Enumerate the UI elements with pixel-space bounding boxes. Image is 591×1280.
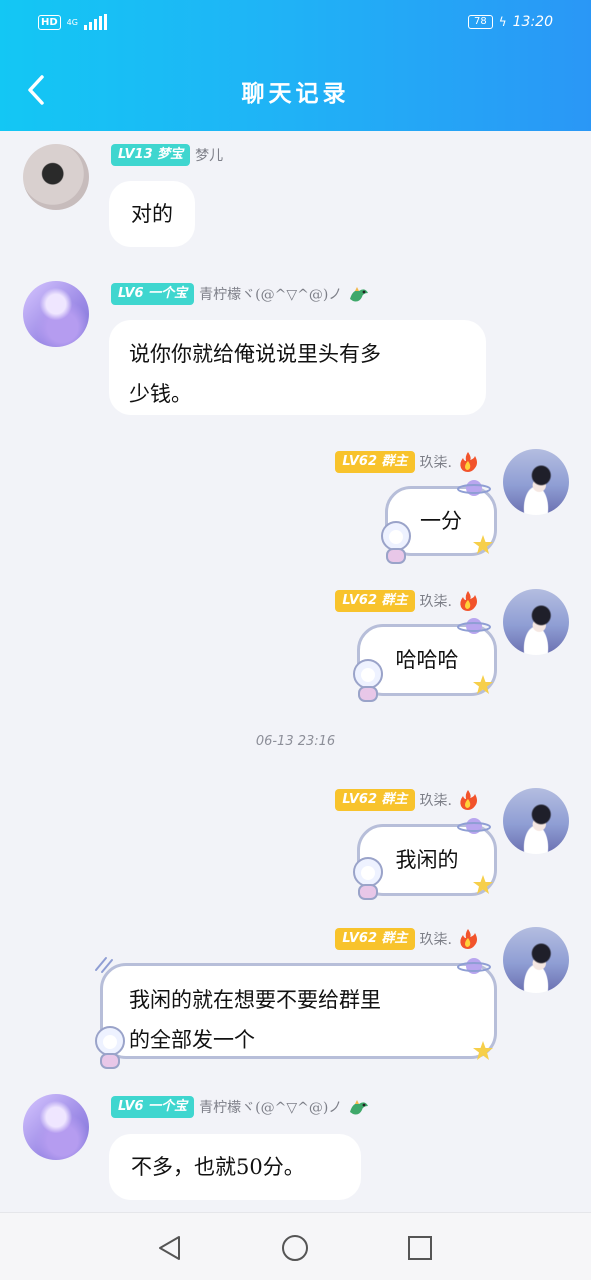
sender-name[interactable]: 玖柒.: [420, 452, 452, 472]
system-nav-bar: [0, 1212, 591, 1280]
timestamp: 06-13 23:16: [255, 734, 336, 749]
battery-icon: 78: [467, 15, 493, 29]
astronaut-rabbit-sticker-icon: [353, 659, 383, 702]
sender-meta: LV6 一个宝 青柠檬ヾ(@^▽^@)ノ: [111, 1095, 371, 1119]
dragon-icon: [350, 287, 369, 302]
sender-name[interactable]: 青柠檬ヾ(@^▽^@)ノ: [199, 284, 342, 304]
fire-icon: [460, 929, 477, 949]
message-text: 一分: [420, 509, 462, 533]
sender-meta: LV62 群主 玖柒.: [335, 927, 479, 951]
fire-icon: [460, 591, 477, 611]
level-badge: LV62 群主: [335, 590, 415, 612]
sender-name[interactable]: 玖柒.: [420, 790, 452, 810]
level-badge: LV62 群主: [335, 451, 415, 473]
message-text: 我闲的: [395, 848, 459, 872]
planet-sticker-icon: [457, 480, 491, 496]
avatar[interactable]: [503, 788, 569, 854]
sender-name[interactable]: 玖柒.: [420, 929, 452, 949]
astronaut-rabbit-sticker-icon: [353, 857, 383, 900]
star-sticker-icon: [473, 535, 493, 554]
message-text: 不多，也就50分。: [131, 1155, 305, 1179]
avatar[interactable]: [23, 281, 89, 347]
signal-icon: [83, 14, 107, 30]
message-line: 我闲的就在想要不要给群里: [129, 988, 381, 1012]
message-bubble[interactable]: 说你你就给俺说说里头有多 少钱。: [109, 320, 486, 415]
planet-sticker-icon: [457, 618, 491, 634]
level-badge: LV62 群主: [335, 928, 415, 950]
dragon-icon: [350, 1100, 369, 1115]
avatar[interactable]: [23, 1094, 89, 1160]
hd-indicator: HD: [38, 14, 61, 30]
sender-name[interactable]: 梦儿: [195, 145, 223, 165]
message-text: 哈哈哈: [395, 648, 459, 672]
charging-icon: ϟ: [498, 15, 507, 29]
status-right: 78 ϟ 13:20: [467, 14, 553, 30]
sender-meta: LV62 群主 玖柒.: [335, 589, 479, 613]
avatar[interactable]: [503, 589, 569, 655]
title-bar: HD 4G 78 ϟ 13:20 聊天记录: [0, 0, 591, 131]
clock: 13:20: [512, 14, 553, 30]
triangle-back-icon[interactable]: [155, 1233, 185, 1263]
sender-meta: LV62 群主 玖柒.: [335, 788, 479, 812]
message-bubble[interactable]: 对的: [109, 181, 195, 247]
circle-home-icon[interactable]: [280, 1233, 310, 1263]
star-sticker-icon: [473, 675, 493, 694]
astronaut-rabbit-sticker-icon: [381, 521, 411, 564]
sender-meta: LV62 群主 玖柒.: [335, 450, 479, 474]
avatar[interactable]: [503, 449, 569, 515]
message-text: 对的: [131, 202, 173, 226]
level-badge: LV13 梦宝: [111, 144, 191, 166]
star-sticker-icon: [473, 1041, 493, 1060]
avatar[interactable]: [23, 144, 89, 210]
message-line: 少钱。: [129, 382, 192, 406]
planet-sticker-icon: [457, 958, 491, 974]
level-badge: LV62 群主: [335, 789, 415, 811]
sender-name[interactable]: 玖柒.: [420, 591, 452, 611]
sender-meta: LV13 梦宝 梦儿: [111, 143, 223, 167]
sender-meta: LV6 一个宝 青柠檬ヾ(@^▽^@)ノ: [111, 282, 371, 306]
astronaut-rabbit-sticker-icon: [95, 1026, 125, 1069]
network-indicator: 4G: [66, 17, 78, 27]
fire-icon: [460, 790, 477, 810]
square-recent-icon[interactable]: [405, 1233, 435, 1263]
sender-name[interactable]: 青柠檬ヾ(@^▽^@)ノ: [199, 1097, 342, 1117]
message-bubble[interactable]: 不多，也就50分。: [109, 1134, 361, 1200]
status-left: HD 4G: [38, 14, 107, 30]
level-badge: LV6 一个宝: [111, 283, 195, 305]
message-line: 的全部发一个: [129, 1028, 255, 1052]
avatar[interactable]: [503, 927, 569, 993]
message-line: 说你你就给俺说说里头有多: [129, 342, 381, 366]
message-bubble[interactable]: 我闲的就在想要不要给群里 的全部发一个: [100, 963, 497, 1059]
level-badge: LV6 一个宝: [111, 1096, 195, 1118]
sparkle-lines-icon: [95, 957, 113, 973]
fire-icon: [460, 452, 477, 472]
planet-sticker-icon: [457, 818, 491, 834]
page-title: 聊天记录: [241, 80, 350, 107]
star-sticker-icon: [473, 875, 493, 894]
